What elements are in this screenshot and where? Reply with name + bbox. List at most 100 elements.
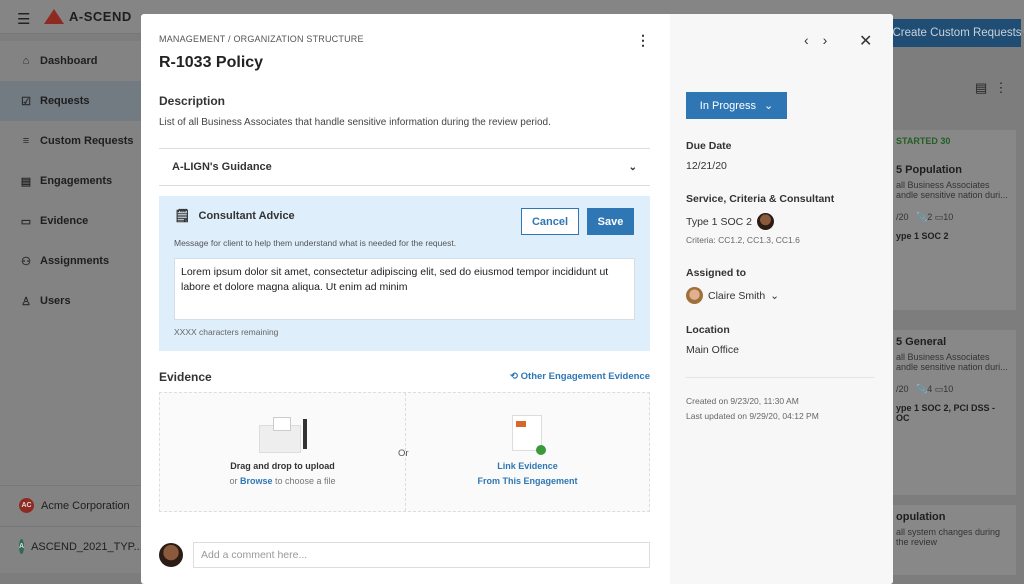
from-this-engagement-link[interactable]: From This Engagement — [405, 476, 650, 486]
logo-mark-icon — [44, 9, 64, 24]
link-evidence-area[interactable]: Link Evidence From This Engagement — [405, 393, 650, 511]
card-title: opulation — [896, 511, 946, 523]
advice-message: Message for client to help them understa… — [174, 238, 457, 248]
service-label: Service, Criteria & Consultant — [686, 193, 835, 205]
app-name: A-SCEND — [69, 9, 132, 24]
page-title: R-1033 Policy — [159, 54, 264, 71]
sidebar-item-assignments[interactable]: ⚇ Assignments — [0, 241, 141, 281]
more-options-icon[interactable]: ⋮ — [636, 32, 650, 49]
sidebar-item-label: Custom Requests — [40, 135, 134, 147]
drag-drop-label: Drag and drop to upload — [230, 461, 335, 471]
comment-row: Add a comment here... — [159, 542, 650, 568]
sidebar-item-users[interactable]: ♙ Users — [0, 281, 141, 321]
evidence-dropzone[interactable]: Drag and drop to upload or Browse to cho… — [159, 392, 650, 512]
note-icon: 🗒 — [174, 208, 191, 223]
org-badge: AC — [19, 498, 34, 513]
logo[interactable]: A-SCEND — [44, 9, 132, 24]
card-desc: all system changes during the review — [896, 527, 1001, 547]
sidebar-item-engagements[interactable]: ▤ Engagements — [0, 161, 141, 201]
guidance-label: A-LIGN's Guidance — [172, 161, 272, 173]
assignee-avatar — [686, 287, 703, 304]
card-desc: all Business Associates andle sensitive … — [896, 180, 1008, 200]
folder-icon: ▭ — [20, 215, 32, 228]
card-meta: /20 📎4 ▭10 — [896, 384, 954, 394]
sidebar-item-dashboard[interactable]: ⌂ Dashboard — [0, 41, 141, 81]
close-icon[interactable]: ✕ — [859, 31, 872, 51]
due-date-value: 12/21/20 — [686, 160, 727, 172]
sidebar-item-label: Assignments — [40, 255, 110, 267]
view-toggle-icon[interactable]: ▤ ⋮ — [975, 80, 1008, 96]
evidence-heading: Evidence — [159, 370, 212, 384]
sidebar-item-label: Evidence — [40, 215, 89, 227]
card-desc: all Business Associates andle sensitive … — [896, 352, 1008, 372]
comment-input[interactable]: Add a comment here... — [193, 542, 650, 568]
consultant-avatar — [756, 213, 774, 230]
org-badge: A — [19, 539, 25, 554]
link-evidence-illustration — [498, 411, 558, 455]
guidance-accordion[interactable]: A-LIGN's Guidance ⌄ — [159, 148, 650, 186]
sidebar-item-label: Users — [40, 295, 71, 307]
sidebar-item-label: Dashboard — [40, 55, 98, 67]
column-header: STARTED — [896, 136, 938, 146]
document-icon: ▤ — [20, 175, 32, 188]
criteria-text: Criteria: CC1.2, CC1.3, CC1.6 — [686, 235, 800, 245]
org-acme[interactable]: AC Acme Corporation — [0, 485, 141, 525]
advice-title: Consultant Advice — [198, 210, 295, 222]
org-ascend[interactable]: A ASCEND_2021_TYP... — [0, 526, 143, 566]
user-icon: ♙ — [21, 295, 31, 308]
updated-timestamp: Last updated on 9/29/20, 04:12 PM — [686, 411, 819, 421]
browse-link[interactable]: Browse — [240, 476, 273, 486]
org-label: ASCEND_2021_TYP... — [31, 540, 143, 553]
list-add-icon: ≡ — [22, 135, 30, 147]
sidebar-item-evidence[interactable]: ▭ Evidence — [0, 201, 141, 241]
link-evidence-link[interactable]: Link Evidence — [405, 461, 650, 471]
chevron-down-icon: ⌄ — [770, 289, 779, 302]
other-engagement-evidence-link[interactable]: ⟲ Other Engagement Evidence — [510, 371, 650, 382]
chevron-down-icon: ⌄ — [764, 100, 774, 112]
cancel-button[interactable]: Cancel — [521, 208, 579, 235]
description-heading: Description — [159, 94, 226, 108]
people-icon: ⚇ — [21, 255, 31, 268]
divider — [686, 377, 874, 378]
create-custom-requests-button[interactable]: Create Custom Requests — [892, 19, 1022, 47]
history-icon: ⟲ — [510, 371, 519, 382]
created-timestamp: Created on 9/23/20, 11:30 AM — [686, 396, 799, 406]
column-count: 30 — [940, 136, 951, 146]
chevron-left-icon[interactable]: ‹ — [804, 32, 809, 48]
sidebar-item-custom-requests[interactable]: ≡ Custom Requests — [0, 121, 141, 161]
sidebar: ⌂ Dashboard ☑ Requests ≡ Custom Requests ▤ E… — [0, 41, 143, 573]
chevron-right-icon[interactable]: › — [823, 32, 828, 48]
home-icon: ⌂ — [22, 55, 30, 67]
advice-textarea[interactable]: Lorem ipsum dolor sit amet, consectetur … — [174, 258, 635, 320]
status-dropdown[interactable]: In Progress ⌄ — [686, 92, 787, 119]
location-label: Location — [686, 324, 730, 336]
breadcrumb: MANAGEMENT / ORGANIZATION STRUCTURE — [159, 34, 364, 44]
card-title: 5 General — [896, 336, 947, 348]
hamburger-menu-icon[interactable]: ☰ — [17, 10, 30, 28]
org-label: Acme Corporation — [41, 499, 130, 512]
service-value: Type 1 SOC 2 — [686, 213, 774, 230]
assignee-dropdown[interactable]: Claire Smith ⌄ — [686, 287, 779, 304]
characters-remaining: XXXX characters remaining — [174, 327, 279, 337]
description-text: List of all Business Associates that han… — [159, 117, 551, 128]
consultant-advice-panel: 🗒 Consultant Advice Message for client to… — [159, 196, 650, 351]
card-service: ype 1 SOC 2 — [896, 231, 949, 241]
sidebar-item-requests[interactable]: ☑ Requests — [0, 81, 141, 121]
modal-main: MANAGEMENT / ORGANIZATION STRUCTURE R-10… — [141, 14, 670, 584]
checkbox-icon: ☑ — [21, 95, 31, 108]
details-panel: ‹ › ✕ In Progress ⌄ Due Date 12/21/20 Serv… — [670, 14, 893, 584]
sidebar-item-label: Requests — [40, 95, 90, 107]
upload-illustration — [253, 411, 313, 455]
location-value: Main Office — [686, 344, 739, 356]
save-button[interactable]: Save — [587, 208, 634, 235]
request-detail-modal: MANAGEMENT / ORGANIZATION STRUCTURE R-10… — [141, 14, 893, 584]
chevron-down-icon: ⌄ — [628, 161, 637, 173]
due-date-label: Due Date — [686, 140, 732, 152]
assigned-label: Assigned to — [686, 267, 747, 279]
avatar — [159, 543, 183, 567]
card-title: 5 Population — [896, 164, 962, 176]
card-meta: /20 📎2 ▭10 — [896, 212, 954, 222]
card-service: ype 1 SOC 2, PCI DSS - OC — [896, 403, 996, 423]
sidebar-item-label: Engagements — [40, 175, 113, 187]
upload-area[interactable]: Drag and drop to upload or Browse to cho… — [160, 393, 405, 511]
